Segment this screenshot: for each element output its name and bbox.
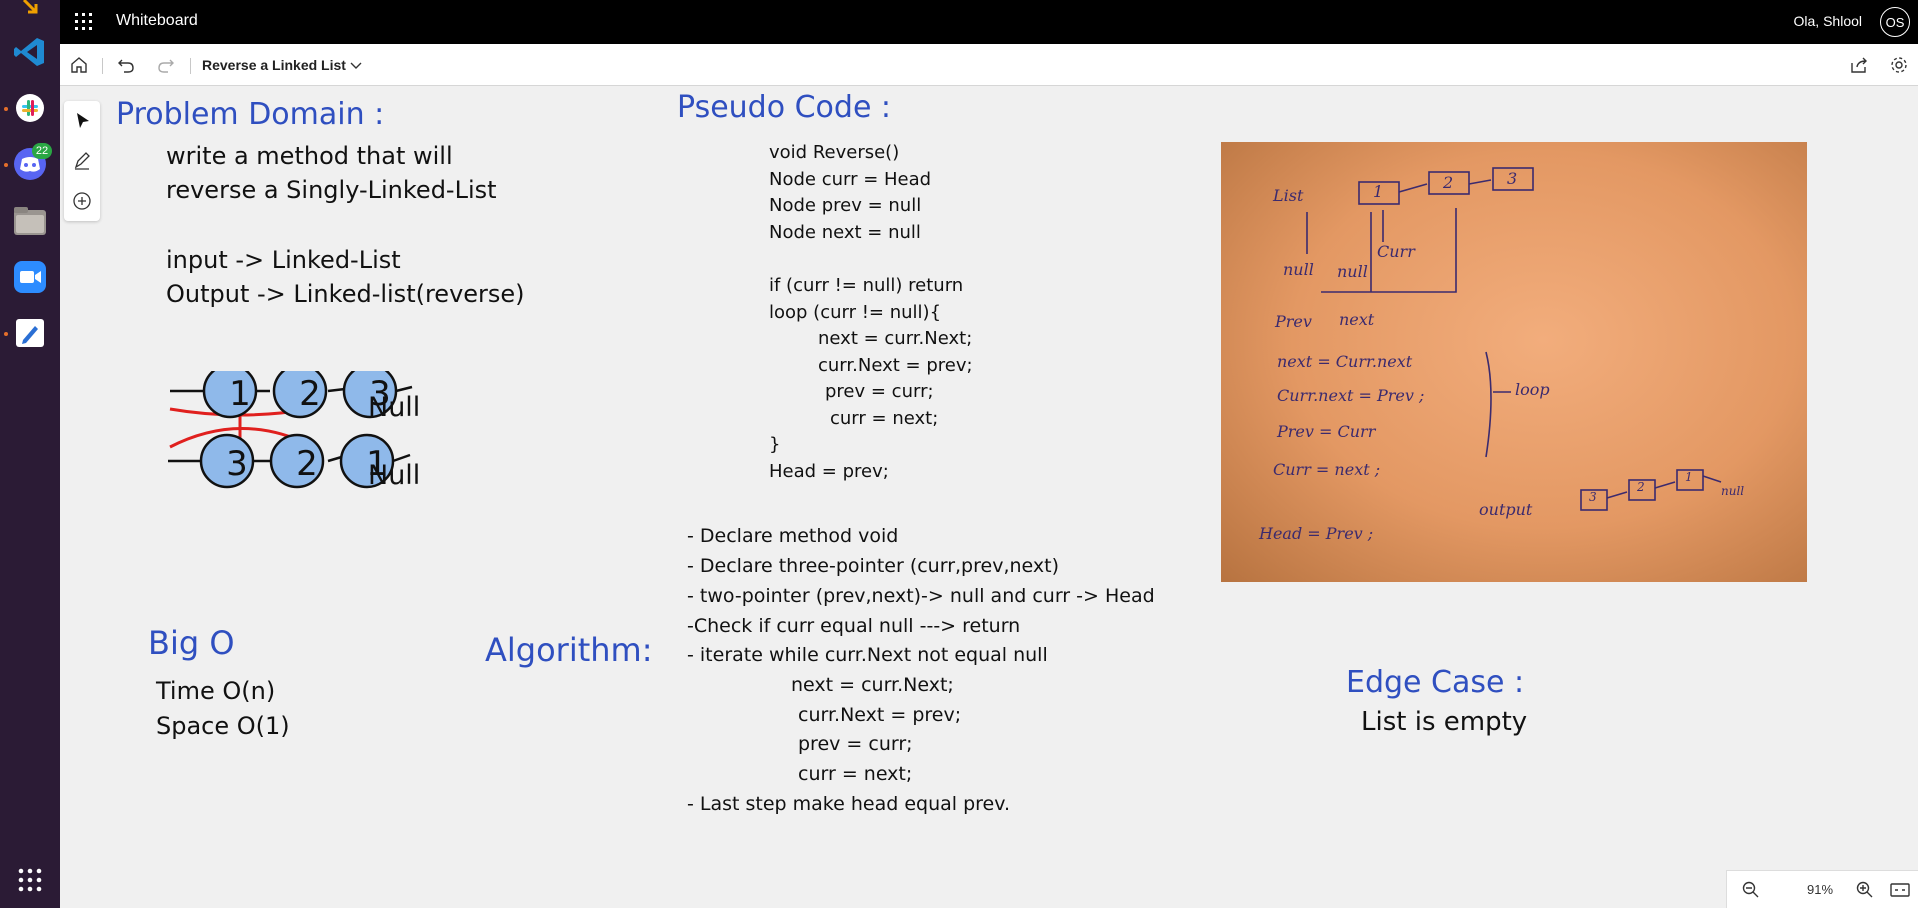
- photo-next: next: [1339, 310, 1375, 329]
- zoom-controls: 91%: [1726, 870, 1918, 908]
- photo-step-1: next = Curr.next: [1277, 352, 1413, 371]
- photo-null-1: null: [1283, 260, 1314, 279]
- zoom-app-icon[interactable]: [12, 259, 48, 295]
- avatar[interactable]: OS: [1880, 7, 1910, 37]
- pseudo-line-11: }: [769, 434, 781, 455]
- vscode-icon[interactable]: [12, 34, 48, 70]
- algorithm-heading: Algorithm:: [485, 631, 653, 669]
- board-title[interactable]: Reverse a Linked List: [202, 57, 346, 73]
- photo-null-2: null: [1337, 262, 1368, 281]
- algorithm-line-4: -Check if curr equal null ---> return: [687, 615, 1021, 637]
- algorithm-line-10: - Last step make head equal prev.: [687, 793, 1011, 815]
- pseudo-line-12: Head = prev;: [769, 461, 889, 482]
- algorithm-line-1: - Declare method void: [687, 525, 899, 547]
- fit-to-screen-icon[interactable]: [1889, 880, 1911, 900]
- photo-step-4: Curr = next ;: [1273, 460, 1381, 479]
- problem-line-1: write a method that will: [166, 142, 453, 170]
- app-dock: 22: [0, 0, 60, 908]
- node-top-2-label: 2: [299, 374, 321, 414]
- big-o-time: Time O(n): [156, 677, 276, 705]
- photo-out-node-3: 3: [1589, 490, 1597, 504]
- photo-head-eq: Head = Prev ;: [1259, 524, 1374, 543]
- app-launcher-icon[interactable]: [74, 12, 94, 32]
- pseudo-line-3: Node prev = null: [769, 195, 922, 216]
- redo-icon[interactable]: [155, 54, 177, 76]
- text-editor-icon[interactable]: [12, 315, 48, 351]
- node-top-1-label: 1: [229, 374, 251, 414]
- app-title: Whiteboard: [116, 12, 198, 29]
- problem-line-4: Output -> Linked-list(reverse): [166, 280, 525, 308]
- algorithm-line-9: curr = next;: [798, 763, 913, 785]
- share-icon[interactable]: [1848, 54, 1870, 76]
- photo-output: output: [1479, 500, 1533, 519]
- download-icon[interactable]: [12, 0, 48, 28]
- null-top-label: Null: [368, 392, 421, 423]
- photo-prev: Prev: [1275, 312, 1312, 331]
- files-icon[interactable]: [12, 203, 48, 239]
- photo-out-node-1: 1: [1685, 470, 1693, 484]
- pseudo-line-4: Node next = null: [769, 222, 921, 243]
- problem-line-3: input -> Linked-List: [166, 246, 401, 274]
- pseudo-code-heading: Pseudo Code :: [677, 90, 892, 125]
- home-icon[interactable]: [68, 54, 90, 76]
- settings-gear-icon[interactable]: [1888, 54, 1910, 76]
- photo-loop: loop: [1515, 380, 1550, 399]
- chevron-down-icon[interactable]: [345, 54, 367, 76]
- photo-out-null: null: [1721, 484, 1745, 498]
- node-bottom-2-label: 2: [296, 444, 318, 484]
- problem-domain-heading: Problem Domain :: [116, 97, 385, 132]
- problem-line-2: reverse a Singly-Linked-List: [166, 176, 497, 204]
- photo-list-label: List: [1273, 186, 1304, 205]
- pseudo-line-6: loop (curr != null){: [769, 302, 942, 323]
- pseudo-line-1: void Reverse(): [769, 142, 900, 163]
- algorithm-line-7: curr.Next = prev;: [798, 704, 962, 726]
- algorithm-line-6: next = curr.Next;: [791, 674, 954, 696]
- photo-step-2: Curr.next = Prev ;: [1277, 386, 1425, 405]
- user-name[interactable]: Ola, Shlool: [1794, 13, 1862, 29]
- photo-out-node-2: 2: [1637, 480, 1645, 494]
- pseudo-line-5: if (curr != null) return: [769, 275, 964, 296]
- slack-icon[interactable]: [12, 90, 48, 126]
- pseudo-line-10: curr = next;: [830, 408, 939, 429]
- handwritten-notes-photo[interactable]: List 1 2 3 null null Curr Prev next next…: [1221, 142, 1807, 582]
- app-grid-icon[interactable]: [12, 862, 48, 898]
- edge-case-text: List is empty: [1361, 707, 1528, 737]
- zoom-out-icon[interactable]: [1741, 880, 1761, 900]
- big-o-heading: Big O: [148, 624, 235, 662]
- photo-step-3: Prev = Curr: [1277, 422, 1376, 441]
- photo-node-1: 1: [1373, 182, 1384, 201]
- photo-node-2: 2: [1443, 173, 1454, 192]
- algorithm-line-8: prev = curr;: [798, 733, 913, 755]
- board-toolbar: Reverse a Linked List: [60, 44, 1918, 86]
- zoom-in-icon[interactable]: [1855, 880, 1875, 900]
- undo-icon[interactable]: [115, 54, 137, 76]
- pseudo-line-8: curr.Next = prev;: [818, 355, 973, 376]
- algorithm-line-2: - Declare three-pointer (curr,prev,next): [687, 555, 1059, 577]
- algorithm-line-5: - iterate while curr.Next not equal null: [687, 644, 1048, 666]
- photo-curr: Curr: [1377, 242, 1415, 261]
- pseudo-line-2: Node curr = Head: [769, 169, 932, 190]
- whiteboard-canvas[interactable]: Problem Domain : write a method that wil…: [60, 86, 1918, 906]
- discord-badge: 22: [32, 143, 52, 159]
- edge-case-heading: Edge Case :: [1346, 665, 1525, 700]
- null-bottom-label: Null: [368, 460, 421, 491]
- photo-node-3: 3: [1507, 169, 1518, 188]
- pseudo-line-7: next = curr.Next;: [818, 328, 973, 349]
- title-bar: Whiteboard Ola, Shlool OS: [60, 0, 1918, 44]
- algorithm-line-3: - two-pointer (prev,next)-> null and cur…: [687, 585, 1155, 607]
- pseudo-line-9: prev = curr;: [825, 381, 934, 402]
- zoom-level[interactable]: 91%: [1785, 882, 1855, 897]
- big-o-space: Space O(1): [156, 712, 290, 740]
- node-bottom-3-label: 3: [226, 444, 248, 484]
